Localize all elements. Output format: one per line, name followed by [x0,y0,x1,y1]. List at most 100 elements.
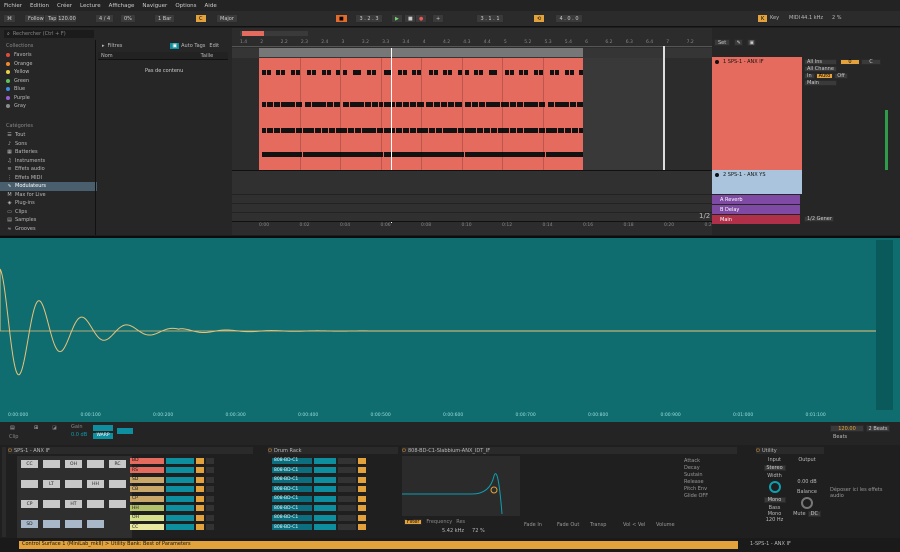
midi-note[interactable] [343,128,347,133]
filter-display[interactable] [402,456,520,516]
category-item[interactable]: ◈ Plug-ins [0,199,97,208]
midi-note[interactable] [524,70,529,75]
category-item[interactable]: ▦ Batteries [0,148,97,157]
midi-note[interactable] [464,70,469,75]
chain-volume[interactable] [314,505,336,512]
synth-param[interactable]: Sustain [684,472,703,478]
pad-slot[interactable]: OH [130,513,245,523]
midi-note[interactable] [452,128,457,133]
midi-note[interactable] [443,70,448,75]
synth-param[interactable]: Fade Out [557,522,579,528]
category-item[interactable]: ♪ Sons [0,140,97,149]
midi-note[interactable] [321,70,326,75]
midi-note[interactable] [450,102,455,107]
drum-pad[interactable]: LT [43,480,60,488]
midi-note[interactable] [474,70,479,75]
midi-note[interactable] [397,102,402,107]
category-item[interactable]: ≈ Grooves [0,225,97,234]
chevron-right-icon[interactable]: ▸ [102,43,105,49]
power-icon[interactable]: ⏻ [8,448,12,454]
pad-volume[interactable] [166,524,194,531]
synth-param[interactable]: Glide OFF [684,493,708,499]
midi-note[interactable] [533,102,538,107]
overdub-icon[interactable]: + [432,14,445,23]
midi-note[interactable] [505,102,509,107]
chain-volume[interactable] [314,514,336,521]
chain-solo[interactable] [358,505,366,512]
midi-note[interactable] [262,70,266,75]
midi-note[interactable] [557,102,562,107]
midi-note[interactable] [478,128,483,133]
midi-note[interactable] [512,128,517,133]
midi-clip[interactable] [259,58,586,170]
drum-pad[interactable] [43,500,60,508]
chain-solo[interactable] [358,524,366,531]
midi-note[interactable] [352,70,357,75]
midi-note[interactable] [545,128,550,133]
chain-pan[interactable] [338,467,356,474]
key-map-button[interactable]: K [757,14,769,23]
col-name[interactable]: Nom [101,53,113,59]
pad-volume[interactable] [166,495,194,502]
midi-note[interactable] [307,102,312,107]
midi-note[interactable] [431,128,436,133]
midi-note[interactable] [262,102,266,107]
auto-tags-toggle[interactable]: ▣ [170,43,180,49]
loop-length-field[interactable]: 4 . 0 . 0 [555,14,583,23]
cue-menu[interactable]: 1/2 Gener [804,216,834,222]
chain-pan[interactable] [338,486,356,493]
synth-param[interactable]: Vol < Vel [623,522,645,528]
drum-pad[interactable] [65,480,82,488]
chain-volume[interactable] [314,476,336,483]
midi-note[interactable] [276,102,281,107]
midi-note[interactable] [321,102,326,107]
pad-mute[interactable] [196,505,204,512]
volume-field[interactable]: 0 [840,59,860,65]
midi-note[interactable] [269,128,274,133]
synth-power-icon[interactable]: ⏻ [402,448,406,454]
pad-slot[interactable]: SD [130,475,245,485]
chain-solo[interactable] [358,514,366,521]
return-a-header[interactable]: A Reverb [712,195,800,204]
key-field[interactable]: C [195,14,207,23]
main-header[interactable]: Main [712,215,800,224]
monitor-off[interactable]: Off [834,73,848,79]
midi-note[interactable] [374,102,379,107]
drum-pad[interactable] [87,460,104,468]
chain-volume[interactable] [314,524,336,531]
pad-slot[interactable]: BD [130,456,245,466]
loop-start-field[interactable]: 3 . 1 . 1 [476,14,504,23]
pad-slot[interactable]: CC [130,523,245,533]
menu-file[interactable]: Fichier [4,3,22,9]
loop-region[interactable] [259,48,583,57]
midi-note[interactable] [559,128,564,133]
rack-chain[interactable]: 808-BD-C1 [272,504,397,514]
midi-note[interactable] [471,128,476,133]
midi-note[interactable] [493,128,498,133]
midi-note[interactable] [357,128,362,133]
beats-field[interactable]: 2 Beats [866,425,890,432]
midi-note[interactable] [383,102,388,107]
drum-pad[interactable] [43,520,60,528]
category-item[interactable]: ≋ Effets audio [0,165,97,174]
drum-pad[interactable] [109,500,126,508]
input-channel-menu[interactable]: All Channe [804,66,837,72]
menu-options[interactable]: Options [175,3,196,9]
midi-note[interactable] [555,70,560,75]
synth-param[interactable]: Release [684,479,704,485]
midi-note[interactable] [448,70,452,75]
midi-note[interactable] [367,102,371,107]
pad-solo[interactable] [206,476,214,483]
menu-create[interactable]: Créer [57,3,72,9]
edit-tags-button[interactable]: Edit [209,43,219,49]
pan-field[interactable]: C [861,59,881,65]
midi-note[interactable] [309,128,314,133]
pad-mute[interactable] [196,476,204,483]
pad-solo[interactable] [206,505,214,512]
category-item[interactable]: ▤ Samples [0,216,97,225]
midi-note[interactable] [371,70,376,75]
midi-note[interactable] [343,70,347,75]
swing-field[interactable]: 0% [120,14,136,23]
monitor-in[interactable]: In [804,73,815,79]
midi-note[interactable] [445,128,450,133]
